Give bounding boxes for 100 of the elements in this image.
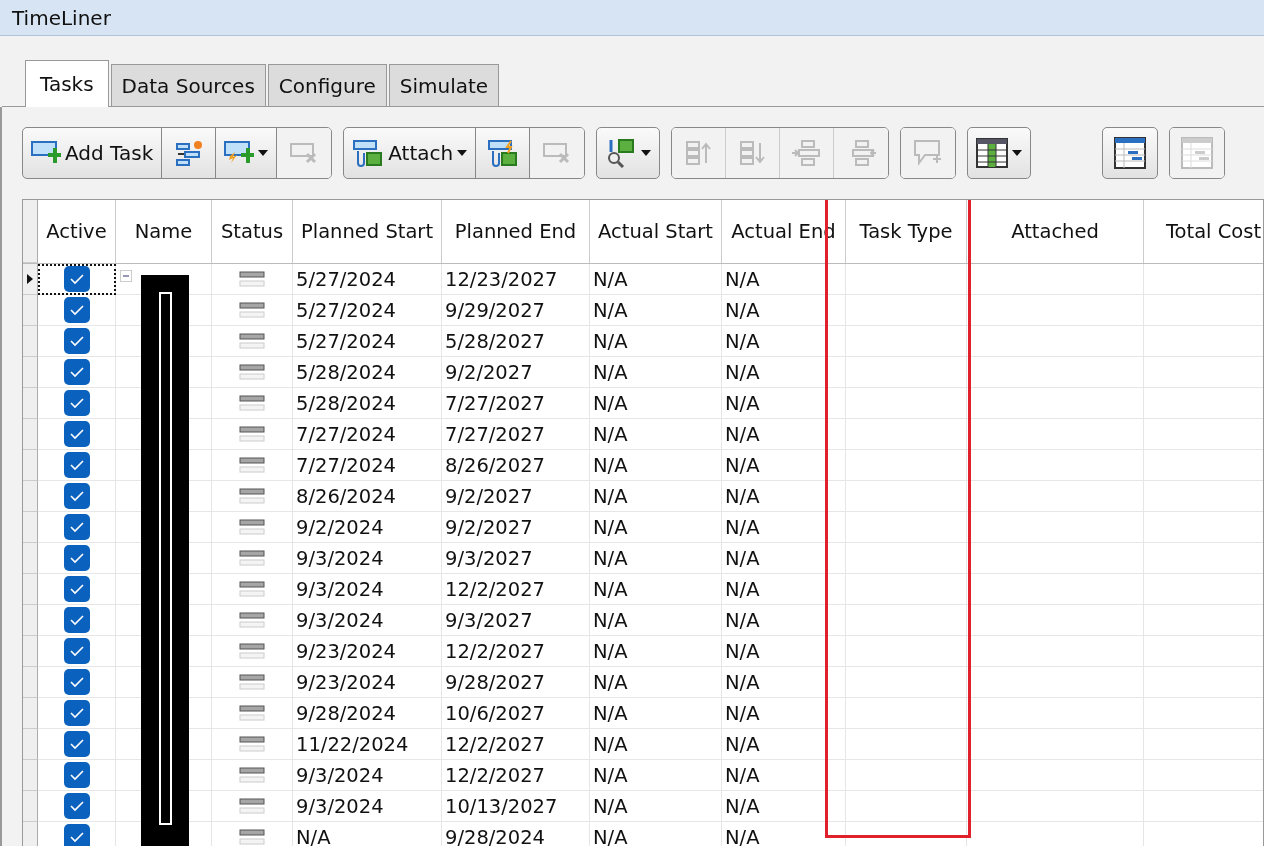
table-cell: 5/27/2024 [293, 295, 442, 326]
checkbox[interactable] [63, 359, 90, 385]
table-cell: N/A [590, 760, 722, 791]
checkbox[interactable] [63, 762, 90, 788]
checkbox[interactable] [63, 731, 90, 757]
status-bar-icon [239, 426, 265, 442]
table-cell: 12/2/2027 [442, 574, 590, 605]
status-bar-icon [239, 519, 265, 535]
table-cell: N/A [590, 450, 722, 481]
status-bar-icon [239, 736, 265, 752]
column-header[interactable]: Actual Start [590, 200, 722, 263]
table-cell: 9/3/2024 [293, 760, 442, 791]
table-cell: N/A [722, 388, 846, 419]
checkmark-icon [68, 583, 85, 595]
column-header[interactable]: Active [38, 200, 116, 263]
column-header[interactable]: Total Cost [1144, 200, 1263, 263]
column-header[interactable]: Name [116, 200, 212, 263]
table-cell: N/A [590, 388, 722, 419]
checkmark-icon [68, 676, 85, 688]
table-cell: 10/6/2027 [442, 698, 590, 729]
status-bar-icon [239, 798, 265, 814]
table-cell: 10/13/2027 [442, 791, 590, 822]
checkmark-icon [68, 273, 85, 285]
column-header[interactable]: Task Type [846, 200, 967, 263]
table-cell: N/A [590, 636, 722, 667]
checkbox[interactable] [63, 514, 90, 540]
row-header[interactable] [23, 264, 38, 295]
checkbox[interactable] [63, 638, 90, 664]
checkbox[interactable] [63, 328, 90, 354]
table-cell: 12/2/2027 [442, 729, 590, 760]
collapse-icon[interactable] [120, 270, 132, 282]
table-cell: N/A [590, 605, 722, 636]
column-header[interactable]: Status [212, 200, 293, 263]
checkmark-icon [68, 304, 85, 316]
table-cell: N/A [722, 543, 846, 574]
checkbox[interactable] [63, 390, 90, 416]
table-cell: N/A [590, 357, 722, 388]
table-cell: N/A [590, 264, 722, 295]
status-bar-icon [239, 395, 265, 411]
table-cell: 12/2/2027 [442, 636, 590, 667]
table-cell: N/A [590, 667, 722, 698]
tab[interactable]: Tasks [25, 60, 109, 107]
checkmark-icon [68, 521, 85, 533]
column-header[interactable]: Planned End [442, 200, 590, 263]
checkmark-icon [68, 552, 85, 564]
checkbox[interactable] [63, 669, 90, 695]
caret-icon [641, 150, 652, 156]
column-header[interactable]: Planned Start [293, 200, 442, 263]
table-cell: N/A [590, 698, 722, 729]
tab[interactable]: Simulate [388, 64, 500, 106]
checkbox[interactable] [63, 607, 90, 633]
checkbox[interactable] [63, 421, 90, 447]
table-icon [1181, 137, 1214, 169]
table-cell: N/A [722, 264, 846, 295]
table-cell: 7/27/2027 [442, 388, 590, 419]
column-header[interactable]: Attached [967, 200, 1144, 263]
table-cell: 7/27/2024 [293, 450, 442, 481]
checkbox[interactable] [63, 576, 90, 602]
row-pointer-icon [27, 274, 33, 284]
table-cell: N/A [722, 636, 846, 667]
checkbox[interactable] [63, 545, 90, 571]
status-bar-icon [239, 705, 265, 721]
table-cell: N/A [722, 512, 846, 543]
checkbox[interactable] [63, 793, 90, 819]
status-bar-icon [239, 302, 265, 318]
table-cell: 7/27/2027 [442, 419, 590, 450]
status-bar-icon [239, 333, 265, 349]
status-bar-icon [239, 767, 265, 783]
status-bar-icon [239, 550, 265, 566]
checkmark-icon [68, 335, 85, 347]
checkbox[interactable] [63, 483, 90, 509]
table-cell: 9/3/2027 [442, 543, 590, 574]
table-cell: N/A [590, 574, 722, 605]
table-cell: N/A [590, 481, 722, 512]
attach-button[interactable]: Attach [344, 128, 477, 178]
tab[interactable]: Data Sources [110, 64, 266, 106]
status-bar-icon [239, 643, 265, 659]
status-bar-icon [239, 364, 265, 380]
table-cell: 11/22/2024 [293, 729, 442, 760]
table-cell: N/A [722, 791, 846, 822]
move-up-icon [683, 139, 714, 167]
table-cell: N/A [722, 295, 846, 326]
checkbox[interactable] [63, 700, 90, 726]
table-cell: 7/27/2024 [293, 419, 442, 450]
table-cell: N/A [590, 791, 722, 822]
status-bar-icon [239, 674, 265, 690]
table-cell: 9/2/2027 [442, 357, 590, 388]
table-cell: N/A [722, 419, 846, 450]
checkbox[interactable] [63, 266, 90, 292]
table-cell: 9/2/2027 [442, 512, 590, 543]
add-task-button[interactable]: Add Task [23, 128, 163, 178]
tab[interactable]: Configure [267, 64, 387, 106]
table-cell: 8/26/2027 [442, 450, 590, 481]
checkmark-icon [68, 490, 85, 502]
checkbox[interactable] [63, 452, 90, 478]
checkbox[interactable] [63, 824, 90, 846]
move-down-icon [737, 139, 768, 167]
status-bar-icon [239, 488, 265, 504]
checkbox[interactable] [63, 297, 90, 323]
table-cell: N/A [722, 698, 846, 729]
